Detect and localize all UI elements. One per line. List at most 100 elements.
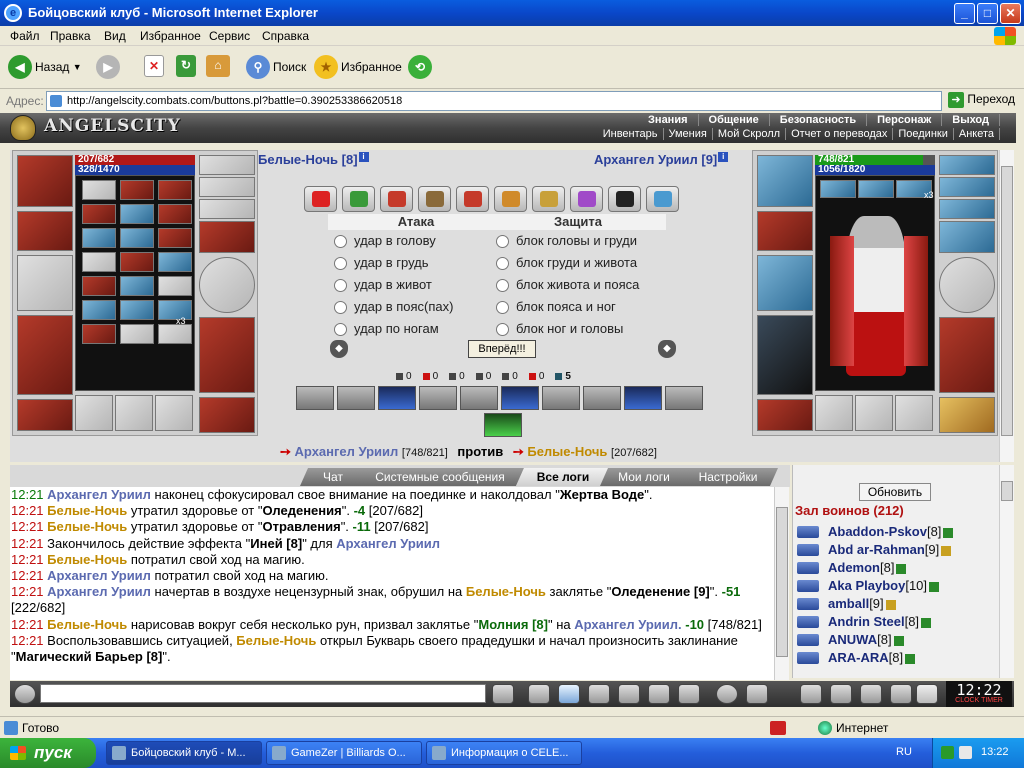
rune-slot[interactable] — [82, 276, 116, 296]
horse-button[interactable] — [746, 684, 768, 704]
bracers-slot[interactable] — [17, 211, 73, 251]
save-button[interactable] — [588, 684, 610, 704]
list-item[interactable]: ANUWA[8] — [795, 631, 989, 649]
stop-button[interactable]: ✕ — [144, 55, 164, 81]
menu-profile[interactable]: Анкета — [954, 128, 1000, 140]
menu-exit[interactable]: Выход — [942, 114, 1000, 126]
send-button[interactable] — [492, 684, 514, 704]
menu-character[interactable]: Персонаж — [867, 114, 943, 126]
radio-button[interactable] — [334, 323, 347, 336]
smiley-button[interactable] — [716, 684, 738, 704]
rune-slot[interactable] — [120, 180, 154, 200]
scrollbar-thumb[interactable] — [1001, 166, 1013, 436]
skill-button[interactable] — [456, 186, 489, 212]
scrollbar-thumb[interactable] — [776, 507, 788, 657]
rune-slot[interactable] — [82, 252, 116, 272]
refresh-button[interactable]: ↻ — [176, 55, 196, 81]
earring-slot[interactable] — [199, 155, 255, 175]
radio-button[interactable] — [334, 235, 347, 248]
trick-button[interactable] — [665, 386, 703, 410]
start-button[interactable]: пуск — [0, 738, 96, 768]
rune-slot[interactable] — [120, 300, 154, 320]
radio-button[interactable] — [496, 257, 509, 270]
forward-button[interactable]: Вперёд!!! — [468, 340, 536, 358]
shield-slot[interactable] — [199, 257, 255, 313]
go-button[interactable]: ➜ Переход — [948, 92, 1015, 108]
list-item[interactable]: Abd ar-Rahman[9] — [795, 541, 989, 559]
trick-button[interactable] — [501, 386, 539, 410]
page-scrollbar[interactable] — [999, 150, 1014, 462]
weapon-slot[interactable] — [757, 255, 813, 311]
radio-button[interactable] — [496, 323, 509, 336]
info-icon[interactable] — [929, 581, 940, 592]
radio-button[interactable] — [334, 257, 347, 270]
amulet-slot[interactable] — [199, 177, 255, 197]
helmet-slot[interactable] — [17, 155, 73, 207]
history-button[interactable]: ⟲ — [408, 55, 432, 81]
earring-slot[interactable] — [939, 155, 995, 175]
trick-button[interactable] — [484, 413, 522, 437]
ring-slot[interactable] — [155, 395, 193, 431]
tab-system-messages[interactable]: Системные сообщения — [356, 468, 524, 486]
rune-slot[interactable] — [158, 276, 192, 296]
taskbar-item[interactable]: Бойцовский клуб - М... — [106, 741, 262, 765]
trick-button[interactable] — [583, 386, 621, 410]
trick-button[interactable] — [542, 386, 580, 410]
home-button[interactable]: ⌂ — [206, 55, 230, 81]
ring-slot[interactable] — [855, 395, 893, 431]
heal-skill-button[interactable] — [304, 186, 337, 212]
menu-edit[interactable]: Правка — [50, 29, 91, 43]
info-icon[interactable]: i — [358, 152, 369, 162]
skill-button[interactable] — [380, 186, 413, 212]
map-button[interactable] — [830, 684, 852, 704]
menu-security[interactable]: Безопасность — [770, 114, 868, 126]
rune-slot[interactable] — [120, 276, 154, 296]
scrollbar-thumb[interactable] — [1001, 481, 1013, 501]
ring-slot[interactable] — [939, 199, 995, 219]
shield-slot[interactable] — [939, 257, 995, 313]
rune-slot[interactable] — [158, 252, 192, 272]
chat-menu-icon[interactable] — [14, 684, 36, 704]
info-icon[interactable] — [896, 563, 907, 574]
skill-button[interactable] — [342, 186, 375, 212]
rune-slot[interactable] — [120, 228, 154, 248]
radio-button[interactable] — [496, 301, 509, 314]
rune-slot[interactable] — [858, 180, 894, 198]
info-icon[interactable]: i — [718, 152, 729, 162]
rune-slot[interactable] — [158, 300, 192, 320]
language-indicator[interactable]: RU — [896, 746, 912, 758]
eraser-button[interactable] — [528, 684, 550, 704]
info-icon[interactable] — [893, 635, 904, 646]
maximize-button[interactable]: □ — [977, 3, 998, 24]
close-button[interactable]: ✕ — [1000, 3, 1021, 24]
pants-slot[interactable] — [199, 317, 255, 393]
rune-slot[interactable] — [82, 204, 116, 224]
trick-button[interactable] — [624, 386, 662, 410]
filter-button[interactable] — [558, 684, 580, 704]
address-input[interactable]: http://angelscity.combats.com/buttons.pl… — [46, 91, 942, 111]
private-message-icon[interactable] — [797, 526, 819, 538]
helmet-slot[interactable] — [757, 155, 813, 207]
cancel-skill-button[interactable] — [608, 186, 641, 212]
tab-my-logs[interactable]: Мои логи — [600, 468, 688, 486]
skill-button[interactable] — [570, 186, 603, 212]
ring-slot[interactable] — [115, 395, 153, 431]
list-item[interactable]: Abaddon-Pskov[8] — [795, 523, 989, 541]
menu-inventory[interactable]: Инвентарь — [598, 128, 664, 140]
private-message-icon[interactable] — [797, 580, 819, 592]
gloves-slot[interactable] — [199, 221, 255, 253]
tab-all-logs[interactable]: Все логи — [516, 468, 610, 486]
block-belt-legs[interactable]: блок пояса и ног — [490, 296, 666, 318]
back-button[interactable]: ◀ Назад ▼ — [8, 55, 82, 81]
trick-button[interactable] — [460, 386, 498, 410]
menu-fights[interactable]: Поединки — [893, 128, 954, 140]
private-message-icon[interactable] — [797, 652, 819, 664]
amulet-slot[interactable] — [939, 177, 995, 197]
taskbar-item[interactable]: Информация о CELE... — [426, 741, 582, 765]
tray-icon[interactable] — [941, 746, 954, 759]
boots-slot[interactable] — [199, 397, 255, 433]
rune-slot[interactable] — [820, 180, 856, 198]
rune-slot[interactable] — [120, 204, 154, 224]
privacy-icon[interactable] — [770, 721, 786, 735]
forward-button[interactable]: ▶ — [96, 55, 120, 81]
